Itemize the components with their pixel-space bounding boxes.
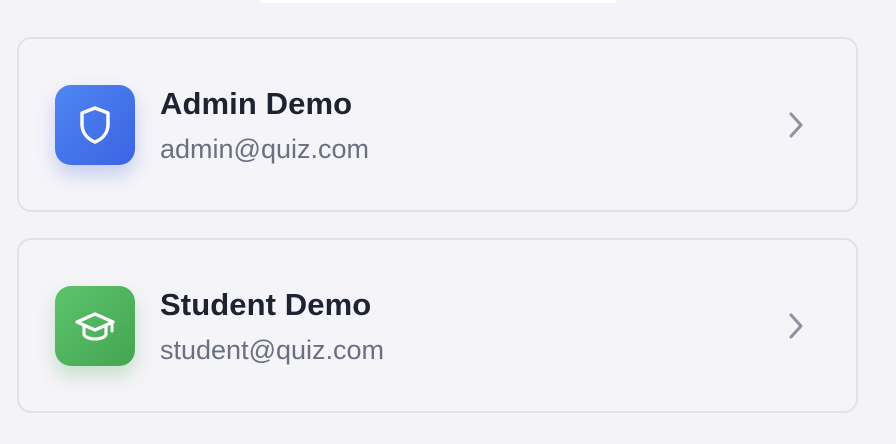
top-bar-remnant: [260, 0, 616, 3]
account-email: admin@quiz.com: [160, 133, 369, 164]
account-name: Student Demo: [160, 286, 372, 322]
shield-icon: [80, 105, 110, 144]
admin-icon-tile: [55, 84, 135, 165]
account-email: student@quiz.com: [160, 334, 385, 365]
graduation-cap-icon: [75, 311, 115, 341]
student-icon-tile: [55, 285, 135, 366]
admin-demo-account-card[interactable]: Admin Demo admin@quiz.com: [17, 37, 858, 212]
chevron-right-icon: [784, 311, 808, 341]
admin-account-text: Admin Demo admin@quiz.com: [160, 85, 784, 165]
account-name: Admin Demo: [160, 85, 353, 121]
student-demo-account-card[interactable]: Student Demo student@quiz.com: [17, 238, 858, 413]
student-account-text: Student Demo student@quiz.com: [160, 286, 784, 366]
chevron-right-icon: [784, 110, 808, 140]
